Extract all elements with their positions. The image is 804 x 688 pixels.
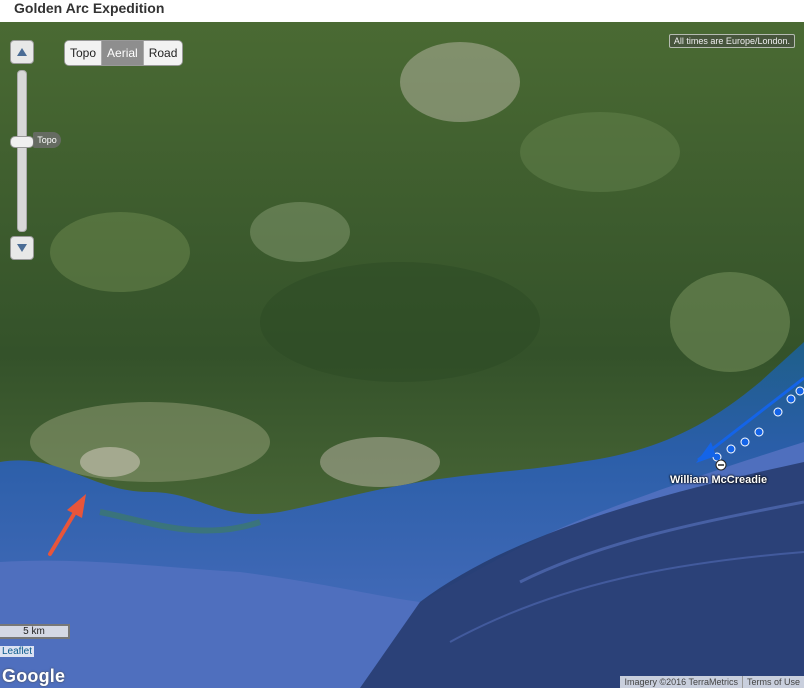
page-title: Golden Arc Expedition — [14, 0, 165, 16]
dot-icon — [754, 427, 764, 437]
leaflet-link[interactable]: Leaflet — [0, 646, 35, 657]
google-logo: Google — [2, 666, 66, 686]
dot-icon — [786, 394, 796, 404]
scale-bar: 5 km — [0, 624, 70, 639]
map-view[interactable]: Topo Topo Aerial Road All times are Euro… — [0, 22, 804, 688]
dot-icon — [773, 407, 783, 417]
arrow-marker-icon[interactable] — [696, 442, 716, 463]
dot-icon — [726, 444, 736, 454]
title-bar: Golden Arc Expedition — [0, 0, 804, 22]
track-line — [697, 376, 804, 462]
marker-label[interactable]: William McCreadie — [670, 474, 767, 486]
terms-of-use-link[interactable]: Terms of Use — [743, 676, 804, 688]
dot-icon — [795, 386, 804, 396]
imagery-credit: Imagery ©2016 TerraMetrics — [620, 676, 743, 688]
track-waypoints — [712, 386, 804, 462]
expedition-track — [48, 376, 804, 556]
dot-icon — [740, 437, 750, 447]
attribution-bar: Imagery ©2016 TerraMetrics Terms of Use — [620, 676, 804, 688]
annotation-arrow-icon — [48, 494, 86, 556]
